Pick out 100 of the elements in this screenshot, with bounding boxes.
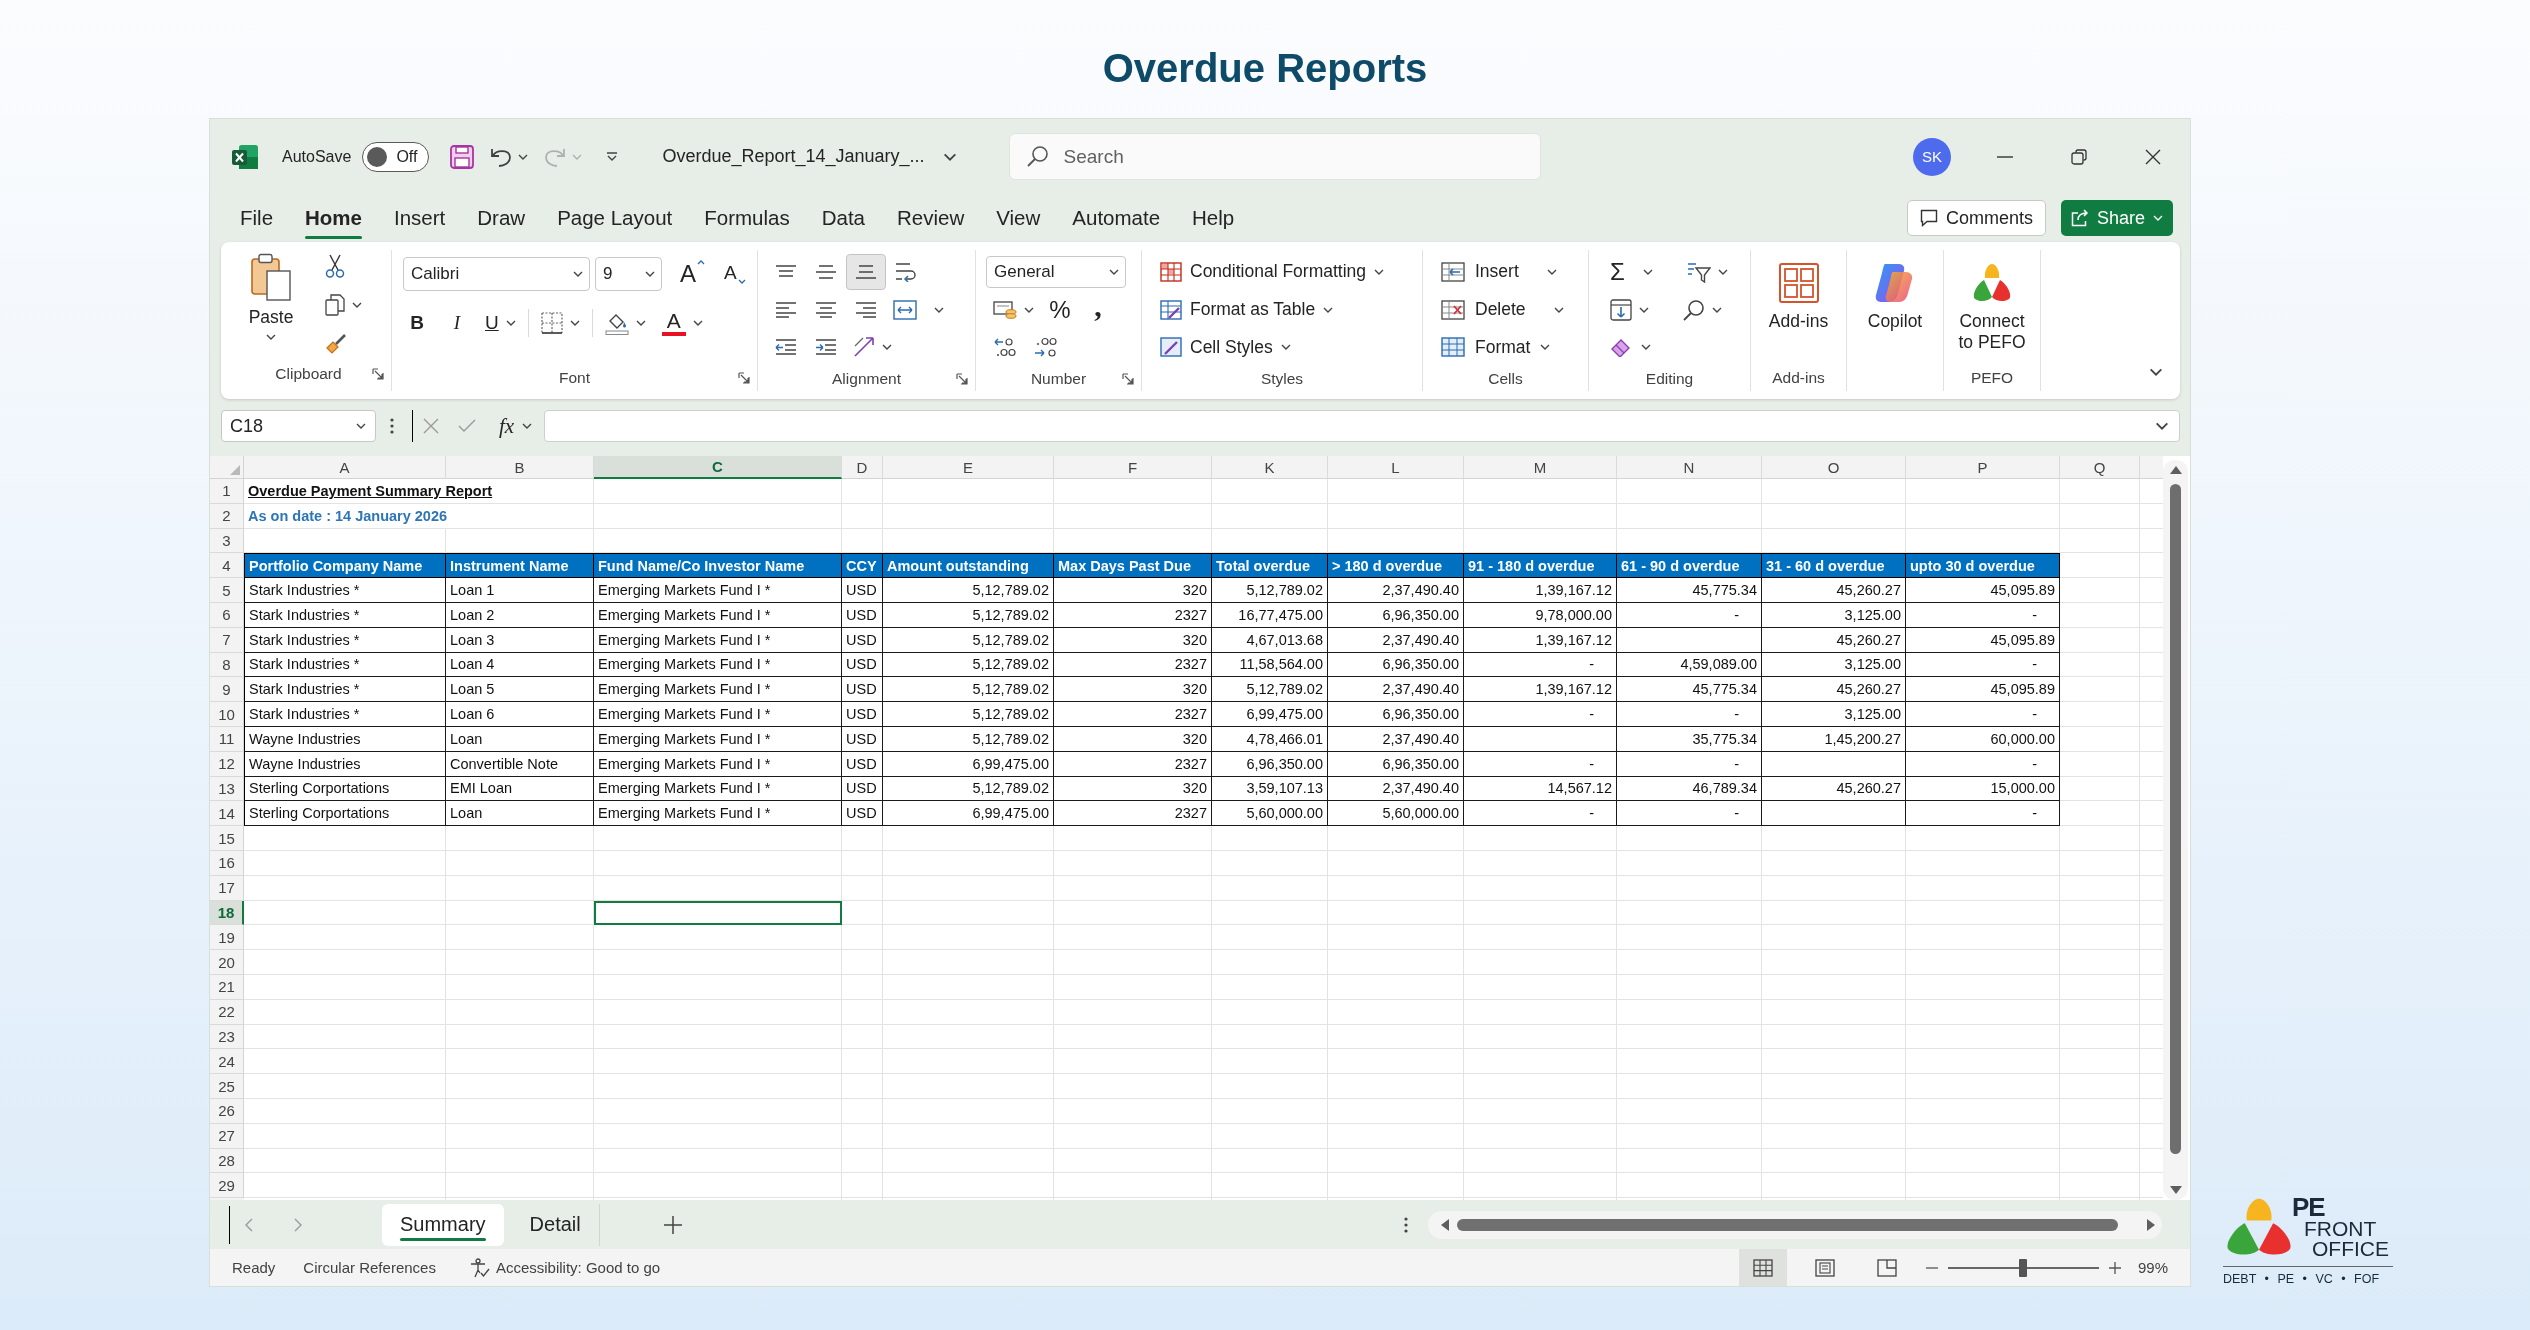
status-text[interactable]: Circular References <box>303 1259 436 1276</box>
menu-tab[interactable]: Insert <box>378 196 462 240</box>
row-number[interactable]: 18 <box>210 900 244 926</box>
row-number[interactable]: 13 <box>210 776 244 802</box>
menu-tab[interactable]: Home <box>289 196 378 240</box>
percent-button[interactable]: % <box>1041 291 1079 328</box>
corner-arrow-icon[interactable] <box>956 372 968 385</box>
connect-button[interactable]: Connect to PEFO <box>1953 250 2031 366</box>
row-number[interactable]: 5 <box>210 578 244 603</box>
more-icon[interactable] <box>390 418 394 434</box>
name-box[interactable]: C18 <box>221 410 376 442</box>
menu-tab[interactable]: Data <box>805 196 881 240</box>
row-number[interactable]: 21 <box>210 974 244 1000</box>
row-number[interactable]: 9 <box>210 677 244 703</box>
row-number[interactable]: 4 <box>210 553 244 579</box>
font-color-button[interactable]: A <box>654 305 710 341</box>
grow-font-button[interactable]: A <box>673 256 712 292</box>
menu-tab[interactable]: File <box>224 196 290 240</box>
row-number[interactable]: 7 <box>210 627 244 653</box>
corner-arrow-icon[interactable] <box>738 372 750 385</box>
undo-button[interactable] <box>490 146 529 167</box>
selected-cell[interactable] <box>594 900 842 926</box>
row-number[interactable]: 1 <box>210 479 244 504</box>
row-number[interactable]: 24 <box>210 1049 244 1075</box>
down-triangle-icon[interactable] <box>2169 1186 2182 1194</box>
add-ins-button[interactable]: Add-ins <box>1768 250 1829 366</box>
menu-tab[interactable]: Formulas <box>688 196 806 240</box>
row-number[interactable]: 11 <box>210 726 244 752</box>
row-number[interactable]: 20 <box>210 950 244 975</box>
insert-function-button[interactable]: fx <box>499 413 533 439</box>
cells-menu-button[interactable]: Format <box>1437 328 1588 366</box>
row-number[interactable]: 10 <box>210 702 244 727</box>
autosum-button[interactable]: Σ <box>1603 253 1660 290</box>
search-field[interactable]: Search <box>1008 133 1541 180</box>
accessibility-icon[interactable] <box>469 1257 490 1278</box>
bold-button[interactable]: B <box>398 305 436 341</box>
slider-thumb[interactable] <box>2019 1258 2028 1277</box>
plus-icon[interactable] <box>2108 1261 2121 1274</box>
row-number[interactable]: 3 <box>210 528 244 554</box>
italic-button[interactable]: I <box>438 305 476 341</box>
shrink-font-button[interactable]: A <box>717 256 753 292</box>
normal-view-button[interactable] <box>1738 1249 1787 1286</box>
menu-tab[interactable]: Help <box>1176 196 1251 240</box>
status-text[interactable]: Accessibility: Good to go <box>495 1259 661 1276</box>
scroll-thumb[interactable] <box>1457 1218 2118 1231</box>
left-triangle-icon[interactable] <box>1441 1218 1449 1231</box>
formula-field[interactable] <box>544 410 2180 442</box>
cells-menu-button[interactable]: Delete <box>1437 290 1588 329</box>
styles-menu-button[interactable]: Format as Table <box>1156 290 1422 329</box>
minus-icon[interactable] <box>1925 1266 1938 1269</box>
font-size-field[interactable]: 9 <box>595 257 662 291</box>
corner-arrow-icon[interactable] <box>372 368 384 380</box>
row-number[interactable]: 12 <box>210 751 244 777</box>
row-number[interactable]: 2 <box>210 503 244 529</box>
row-number[interactable]: 22 <box>210 999 244 1025</box>
menu-tab[interactable]: Review <box>881 196 981 240</box>
right-triangle-icon[interactable] <box>2147 1218 2155 1231</box>
account-avatar[interactable]: SK <box>1913 137 1951 176</box>
row-number[interactable]: 16 <box>210 850 244 876</box>
row-number[interactable]: 26 <box>210 1098 244 1124</box>
menu-tab[interactable]: Draw <box>461 196 542 240</box>
row-number[interactable]: 27 <box>210 1123 244 1149</box>
horizontal-scrollbar[interactable] <box>1428 1210 2162 1239</box>
copilot-button[interactable]: Copilot <box>1867 250 1923 366</box>
row-number[interactable]: 29 <box>210 1173 244 1199</box>
styles-menu-button[interactable]: Cell Styles <box>1156 328 1422 366</box>
vertical-scrollbar[interactable] <box>2163 460 2188 1200</box>
scroll-thumb[interactable] <box>2170 484 2181 1154</box>
column-letter[interactable]: C <box>594 456 842 479</box>
row-number[interactable]: 19 <box>210 925 244 951</box>
sheet-tab[interactable]: Detail <box>511 1203 600 1246</box>
menu-tab[interactable]: View <box>980 196 1057 240</box>
row-number[interactable]: 25 <box>210 1074 244 1099</box>
sheet-tab[interactable]: Summary <box>382 1203 504 1246</box>
customize-button[interactable] <box>606 151 619 162</box>
file-name-button[interactable]: Overdue_Report_14_January_... <box>662 146 957 167</box>
autosave-toggle[interactable]: Off <box>362 141 430 172</box>
row-number[interactable]: 8 <box>210 652 244 678</box>
row-number[interactable]: 15 <box>210 826 244 851</box>
bottom-align-button[interactable] <box>846 253 886 290</box>
row-number[interactable]: 17 <box>210 875 244 901</box>
menu-tab[interactable]: Automate <box>1056 196 1177 240</box>
save-button[interactable] <box>450 144 475 169</box>
row-number[interactable]: 14 <box>210 801 244 827</box>
comma-style-button[interactable]: , <box>1079 291 1117 328</box>
row-number[interactable]: 6 <box>210 603 244 628</box>
up-triangle-icon[interactable] <box>2169 466 2182 474</box>
font-name-field[interactable]: Calibri <box>403 257 590 291</box>
zoom-level[interactable]: 99% <box>2137 1259 2168 1276</box>
share-button[interactable]: Share <box>2060 200 2173 236</box>
paste-button[interactable]: Paste <box>236 245 306 361</box>
corner-arrow-icon[interactable] <box>1122 372 1134 385</box>
row-number[interactable]: 23 <box>210 1024 244 1050</box>
more-icon[interactable] <box>1404 1216 1408 1233</box>
menu-tab[interactable]: Page Layout <box>541 196 689 240</box>
cells-menu-button[interactable]: Insert <box>1437 253 1588 291</box>
comments-button[interactable]: Comments <box>1906 200 2046 236</box>
underline-button[interactable]: U <box>478 305 523 341</box>
styles-menu-button[interactable]: Conditional Formatting <box>1156 253 1422 291</box>
number-format-field[interactable]: General <box>986 256 1126 288</box>
